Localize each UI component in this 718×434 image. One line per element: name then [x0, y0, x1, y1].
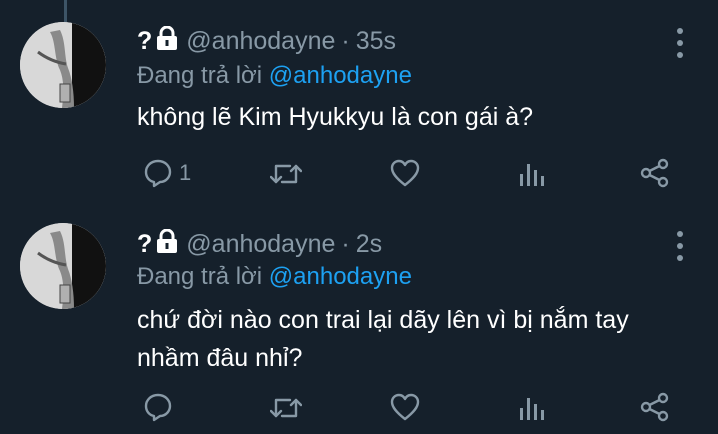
lock-icon: [156, 25, 178, 56]
retweet-button[interactable]: [270, 160, 302, 188]
share-button[interactable]: [640, 158, 670, 188]
timestamp[interactable]: 35s: [356, 27, 396, 55]
avatar[interactable]: [20, 22, 106, 108]
tweet-text-line: không lẽ Kim Hyukkyu là con gái à?: [137, 103, 534, 131]
tweet-text-line-2: nhầm đâu nhỉ?: [137, 344, 303, 372]
retweet-icon: [270, 398, 302, 418]
reply-count: 1: [179, 160, 192, 185]
user-handle[interactable]: @anhodayne: [186, 230, 335, 258]
more-vertical-icon[interactable]: [670, 28, 690, 58]
like-button[interactable]: [390, 393, 420, 421]
analytics-button[interactable]: [518, 160, 546, 188]
replying-to-label: Đang trả lời: [137, 62, 263, 89]
tweet-text-line-1: chứ đời nào con trai lại dãy lên vì bị n…: [137, 306, 629, 334]
reply-button[interactable]: 1: [143, 158, 191, 188]
replying-to-label: Đang trả lời: [137, 263, 263, 290]
separator-dot: ·: [341, 27, 350, 55]
tweet-text: không lẽ Kim Hyukkyu là con gái à?: [137, 98, 697, 136]
timestamp[interactable]: 2s: [356, 230, 382, 258]
display-name[interactable]: ?: [137, 27, 152, 55]
heart-icon: [390, 159, 420, 187]
tweet-2[interactable]: ? @anhodayne · 2s Đang trả lời @anhodayn…: [0, 215, 718, 434]
user-handle[interactable]: @anhodayne: [186, 27, 335, 55]
separator-dot: ·: [341, 230, 350, 258]
share-button[interactable]: [640, 392, 670, 422]
replying-to: Đang trả lời @anhodayne: [137, 62, 412, 90]
tweet-text: chứ đời nào con trai lại dãy lên vì bị n…: [137, 301, 697, 377]
analytics-icon: [520, 398, 544, 420]
more-vertical-icon[interactable]: [670, 231, 690, 261]
tweet-header: ? @anhodayne · 35s: [137, 25, 396, 56]
share-icon: [640, 158, 669, 188]
display-name[interactable]: ?: [137, 230, 152, 258]
analytics-icon: [520, 164, 544, 186]
reply-icon: [144, 393, 172, 422]
avatar[interactable]: [20, 223, 106, 309]
replying-to-handle[interactable]: @anhodayne: [269, 62, 412, 89]
retweet-button[interactable]: [270, 394, 302, 422]
replying-to-handle[interactable]: @anhodayne: [269, 263, 412, 290]
tweet-1[interactable]: ? @anhodayne · 35s Đang trả lời @anhoday…: [0, 0, 718, 215]
retweet-icon: [270, 164, 302, 184]
lock-icon: [156, 228, 178, 259]
analytics-button[interactable]: [518, 394, 546, 422]
reply-button[interactable]: [143, 392, 179, 422]
share-icon: [640, 392, 669, 422]
reply-icon: [144, 159, 172, 188]
heart-icon: [390, 393, 420, 421]
tweet-header: ? @anhodayne · 2s: [137, 228, 382, 259]
replying-to: Đang trả lời @anhodayne: [137, 263, 412, 291]
like-button[interactable]: [390, 159, 420, 187]
